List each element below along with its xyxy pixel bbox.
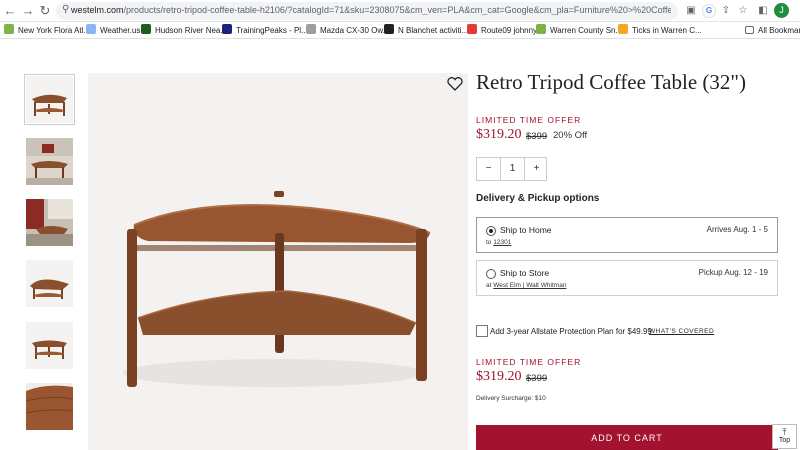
room-scene-image — [26, 199, 73, 246]
increase-quantity-button[interactable]: + — [525, 158, 548, 180]
product-thumbnail[interactable] — [24, 74, 75, 125]
ship-store-prefix: at — [486, 282, 492, 289]
product-thumbnail[interactable] — [26, 383, 73, 430]
bookmark-favicon-icon — [536, 24, 546, 34]
ship-store-line: at West Elm | Walt Whitman — [486, 282, 566, 289]
side-panel-icon[interactable]: ◧ — [756, 4, 770, 18]
product-title: Retro Tripod Coffee Table (32") — [476, 70, 746, 94]
quantity-value[interactable]: 1 — [501, 158, 524, 180]
ship-store-label: Ship to Store — [500, 268, 550, 278]
summary-sale-price: $319.20 — [476, 369, 522, 384]
url-host: westelm.com — [71, 5, 124, 15]
bookmark-star-icon[interactable]: ☆ — [736, 4, 750, 18]
bookmark-item[interactable]: Ticks in Warren C... — [618, 24, 702, 37]
bookmark-label: Route09 johnny — [481, 26, 538, 35]
bookmark-label: Mazda CX-30 Ow... — [320, 26, 390, 35]
all-bookmarks[interactable]: All Bookmarks — [745, 24, 800, 37]
product-thumbnail[interactable] — [26, 199, 73, 246]
protection-plan-text: Add 3-year Allstate Protection Plan for … — [490, 327, 652, 336]
url-text: westelm.com/products/retro-tripod-coffee… — [71, 5, 671, 15]
product-thumbnail[interactable] — [26, 322, 73, 369]
bookmark-item[interactable]: Mazda CX-30 Ow... — [306, 24, 389, 37]
bookmark-favicon-icon — [222, 24, 232, 34]
google-lens-icon[interactable]: G — [702, 4, 716, 18]
bookmark-label: Weather.us — [100, 26, 141, 35]
bookmark-label: Ticks in Warren C... — [632, 26, 702, 35]
reload-icon[interactable]: ↻ — [37, 3, 53, 19]
bookmark-label: Warren County Sn... — [550, 26, 623, 35]
top-label: Top — [778, 437, 791, 444]
room-scene-image — [26, 138, 73, 185]
bookmark-label: N Blanchet activiti... — [398, 26, 469, 35]
ship-home-zip-line: to 12301 — [486, 239, 511, 246]
ship-home-prefix: to — [486, 239, 492, 246]
delivery-heading: Delivery & Pickup options — [476, 193, 600, 204]
bookmark-item[interactable]: Warren County Sn... — [536, 24, 622, 37]
bookmark-label: Hudson River Nea... — [155, 26, 228, 35]
bookmarks-bar: New York Flora Atl... Weather.us Hudson Ri… — [0, 22, 800, 39]
ship-home-eta: Arrives Aug. 1 - 5 — [706, 225, 768, 234]
bookmark-favicon-icon — [86, 24, 96, 34]
bookmark-favicon-icon — [467, 24, 477, 34]
back-to-top-button[interactable]: ⤒ Top — [772, 424, 797, 449]
table-thumbnail-image — [32, 94, 67, 116]
protection-plan-checkbox[interactable] — [476, 325, 488, 337]
sale-price: $319.20 — [476, 127, 522, 142]
site-info-icon[interactable]: ⚲ — [62, 4, 69, 15]
ship-home-label: Ship to Home — [500, 225, 552, 235]
ship-home-radio[interactable] — [486, 226, 496, 236]
arrow-up-icon: ⤒ — [782, 427, 787, 437]
wood-detail-image — [26, 385, 73, 430]
back-icon[interactable]: ← — [2, 3, 18, 19]
whats-covered-link[interactable]: WHAT'S COVERED — [649, 328, 714, 335]
bookmark-item[interactable]: TrainingPeaks - Pl... — [222, 24, 308, 37]
delivery-surcharge: Delivery Surcharge: $10 — [476, 395, 546, 402]
zip-code-link[interactable]: 12301 — [493, 239, 511, 246]
all-bookmarks-label: All Bookmarks — [758, 26, 800, 35]
browser-toolbar: ← → ↻ ⚲ westelm.com/products/retro-tripo… — [0, 0, 800, 22]
bookmark-item[interactable]: Hudson River Nea... — [141, 24, 227, 37]
quantity-stepper: − 1 + — [476, 157, 547, 181]
decrease-quantity-button[interactable]: − — [477, 158, 500, 180]
ship-to-store-option[interactable]: Ship to Store Pickup Aug. 12 - 19 at Wes… — [476, 260, 778, 296]
ship-store-eta: Pickup Aug. 12 - 19 — [698, 268, 768, 277]
bookmark-item[interactable]: Route09 johnny — [467, 24, 537, 37]
profile-avatar[interactable]: J — [774, 3, 789, 18]
original-price: $399 — [526, 131, 548, 142]
favorite-heart-icon[interactable] — [446, 75, 464, 93]
bookmark-favicon-icon — [384, 24, 394, 34]
bookmark-item[interactable]: New York Flora Atl... — [4, 24, 90, 37]
bookmark-item[interactable]: Weather.us — [86, 24, 140, 37]
discount-label: 20% Off — [553, 130, 588, 141]
bookmark-favicon-icon — [618, 24, 628, 34]
table-front-image — [32, 340, 67, 359]
limited-offer-label: LIMITED TIME OFFER — [476, 115, 582, 125]
ship-store-radio[interactable] — [486, 269, 496, 279]
bookmark-favicon-icon — [141, 24, 151, 34]
bookmark-label: New York Flora Atl... — [18, 26, 91, 35]
share-icon[interactable]: ⇪ — [719, 4, 733, 18]
forward-icon[interactable]: → — [20, 3, 36, 19]
extension-icon[interactable]: ▣ — [684, 4, 698, 18]
address-bar[interactable]: ⚲ westelm.com/products/retro-tripod-coff… — [56, 2, 678, 20]
main-product-image[interactable] — [88, 73, 468, 450]
product-thumbnail[interactable] — [26, 138, 73, 185]
table-angle-image — [30, 279, 69, 299]
store-link[interactable]: West Elm | Walt Whitman — [493, 282, 566, 289]
add-to-cart-button[interactable]: ADD TO CART — [476, 425, 778, 450]
product-thumbnail[interactable] — [26, 260, 73, 307]
folder-icon — [745, 26, 754, 34]
bookmark-item[interactable]: N Blanchet activiti... — [384, 24, 468, 37]
coffee-table-image — [123, 191, 431, 387]
summary-original-price: $399 — [526, 373, 548, 384]
ship-to-home-option[interactable]: Ship to Home Arrives Aug. 1 - 5 to 12301 — [476, 217, 778, 253]
url-path: /products/retro-tripod-coffee-table-h210… — [123, 5, 671, 15]
bookmark-favicon-icon — [4, 24, 14, 34]
bookmark-favicon-icon — [306, 24, 316, 34]
limited-offer-label: LIMITED TIME OFFER — [476, 357, 582, 367]
bookmark-label: TrainingPeaks - Pl... — [236, 26, 308, 35]
